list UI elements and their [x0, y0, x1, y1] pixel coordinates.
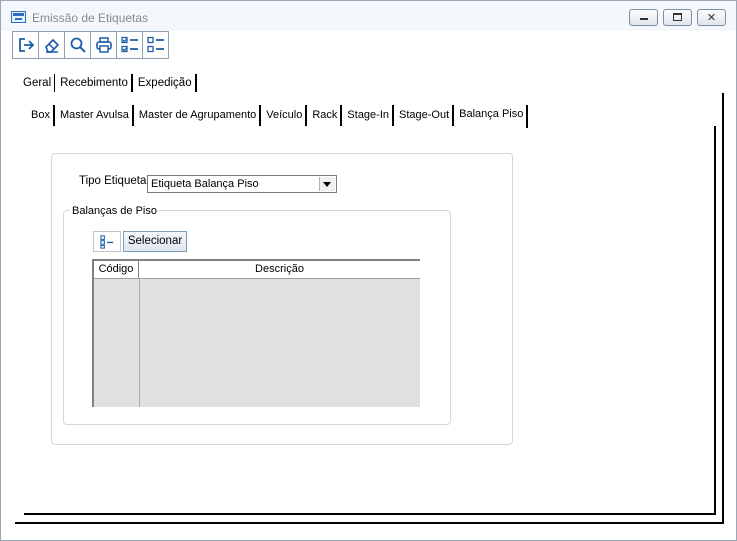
exit-button[interactable]: [12, 31, 39, 59]
uncheck-all-button[interactable]: [142, 31, 169, 59]
balancas-grid[interactable]: Código Descrição: [92, 259, 420, 407]
sub-tab-frame-right: [714, 126, 716, 513]
search-button[interactable]: [64, 31, 91, 59]
tab-stage-in[interactable]: Stage-In: [344, 105, 395, 126]
tipo-etiqueta-value: Etiqueta Balança Piso: [151, 178, 259, 190]
column-header-codigo[interactable]: Código: [94, 261, 139, 278]
clear-button[interactable]: [38, 31, 65, 59]
tab-rack[interactable]: Rack: [309, 105, 343, 126]
sub-tab-bar: Box Master Avulsa Master de Agrupamento …: [28, 105, 530, 128]
print-icon: [95, 37, 112, 53]
close-icon: ✕: [706, 12, 717, 24]
tab-master-avulsa[interactable]: Master Avulsa: [57, 105, 134, 126]
tab-geral[interactable]: Geral: [20, 74, 56, 92]
minimize-icon: [640, 18, 648, 20]
uncheck-list-icon: [100, 234, 114, 249]
uncheck-selection-button[interactable]: [93, 231, 121, 252]
tab-box[interactable]: Box: [28, 105, 55, 126]
tab-recebimento[interactable]: Recebimento: [57, 74, 133, 92]
selecionar-button[interactable]: Selecionar: [123, 231, 187, 252]
print-button[interactable]: [90, 31, 117, 59]
exit-icon: [18, 38, 34, 52]
close-button[interactable]: ✕: [697, 9, 726, 26]
check-list-icon: [120, 36, 138, 53]
window-title: Emissão de Etiquetas: [32, 11, 149, 25]
main-tab-frame-right: [722, 93, 724, 523]
balancas-group-label: Balanças de Piso: [70, 205, 159, 217]
tab-veiculo[interactable]: Veículo: [263, 105, 308, 126]
tab-stage-out[interactable]: Stage-Out: [396, 105, 455, 126]
toolbar: [12, 31, 169, 59]
tab-balanca-piso[interactable]: Balança Piso: [456, 105, 529, 128]
main-window: Emissão de Etiquetas ✕ Geral Recebimento…: [0, 0, 737, 541]
search-icon: [70, 37, 86, 53]
tipo-etiqueta-label: Tipo Etiqueta: [79, 175, 147, 187]
restore-icon: [673, 13, 682, 21]
eraser-icon: [44, 38, 59, 53]
title-bar: Emissão de Etiquetas ✕: [1, 1, 736, 31]
tab-expedicao[interactable]: Expedição: [135, 74, 197, 92]
grid-header: Código Descrição: [94, 261, 420, 279]
check-all-button[interactable]: [116, 31, 143, 59]
app-icon: [11, 11, 26, 23]
chevron-down-icon[interactable]: [319, 177, 335, 191]
sub-tab-frame-bottom: [24, 513, 716, 515]
tipo-etiqueta-select[interactable]: Etiqueta Balança Piso: [147, 175, 337, 193]
main-tab-bar: Geral Recebimento Expedição: [20, 74, 199, 94]
maximize-button[interactable]: [663, 9, 692, 26]
minimize-button[interactable]: [629, 9, 658, 26]
tab-master-de-agrupamento[interactable]: Master de Agrupamento: [136, 105, 262, 126]
grid-column-divider: [139, 278, 140, 407]
column-header-descricao[interactable]: Descrição: [139, 261, 420, 278]
main-tab-frame-bottom: [15, 522, 724, 524]
uncheck-list-icon: [146, 36, 164, 53]
